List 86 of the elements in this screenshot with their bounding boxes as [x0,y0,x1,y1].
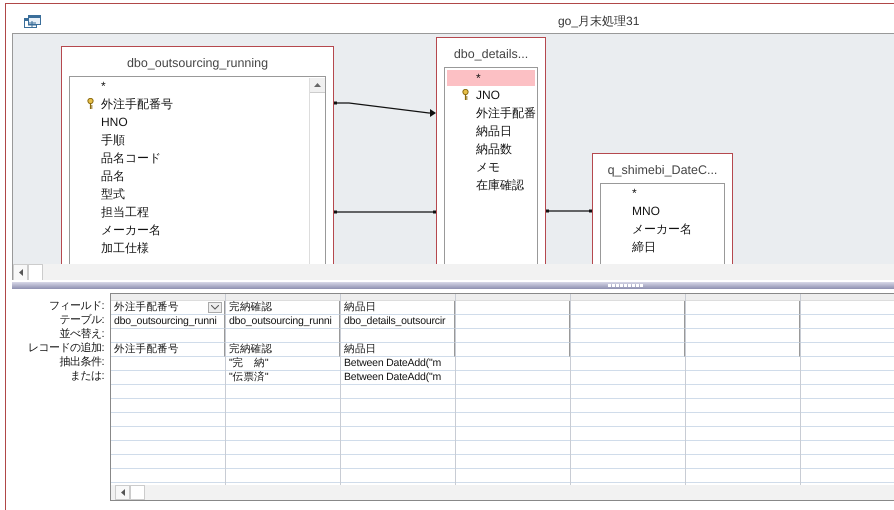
field-item[interactable]: MNO [601,202,724,220]
grid-cell[interactable]: "完 納" [226,357,340,371]
scrollbar[interactable] [309,78,324,264]
grid-cell[interactable] [456,343,570,357]
field-item[interactable]: 手順 [70,131,309,149]
grid-cell[interactable] [226,329,340,343]
field-item[interactable]: * [601,184,724,202]
grid-cell[interactable]: dbo_outsourcing_runni [111,315,225,329]
field-item[interactable]: 在庫確認 [445,176,537,194]
dropdown-button[interactable] [208,302,222,313]
scroll-thumb[interactable] [28,264,43,280]
grid-cell[interactable] [571,343,685,357]
grid-cell[interactable]: 外注手配番号 [111,343,225,357]
table-box[interactable]: dbo_outsourcing_running * 外注手配番号 HNO 手順 品名コード 品名 型式 担当工程 メーカー名 加工仕様 [61,46,334,264]
grid-cell[interactable]: 納品日 [341,343,455,357]
up-arrow-icon [314,83,321,87]
table-title: dbo_details... [452,46,530,63]
table-title: q_shimebi_DateC... [606,162,718,179]
grid-cell[interactable] [686,301,800,315]
grid-cell[interactable]: dbo_details_outsourcir [341,315,455,329]
grid-cell[interactable] [456,315,570,329]
table-box[interactable]: dbo_details... * JNO 外注手配番 納品日 納品数 メモ 在庫確認 [436,37,546,264]
grid-cell[interactable] [686,329,800,343]
grid-cell[interactable] [111,329,225,343]
field-item[interactable]: メーカー名 [601,220,724,238]
join-line[interactable] [546,210,592,212]
field-item[interactable]: メモ [445,158,537,176]
grid-cell[interactable]: dbo_outsourcing_runni [226,315,340,329]
scroll-left-button[interactable] [13,264,28,280]
grid-cell[interactable]: Between DateAdd("m [341,357,455,371]
field-item[interactable]: 品名 [70,167,309,185]
field-item[interactable]: 納品数 [445,140,537,158]
join-line[interactable] [334,102,436,117]
row-label: フィールド: [48,300,104,314]
row-label: 抽出条件: [58,356,104,370]
left-arrow-icon [120,489,124,496]
row-label: 並べ替え: [58,328,104,342]
scroll-left-button[interactable] [115,485,130,500]
grid-cell[interactable] [341,329,455,343]
table-title: dbo_outsourcing_running [126,55,270,72]
column-selector[interactable] [571,294,685,301]
field-item[interactable]: HNO [70,113,309,131]
column-selector[interactable] [341,294,455,301]
caret-icon [211,305,219,310]
grid-cell[interactable] [571,315,685,329]
field-item[interactable]: メーカー名 [70,221,309,239]
row-label: または: [68,370,104,384]
grid-cell[interactable] [686,343,800,357]
grid-cell[interactable] [686,315,800,329]
table-box[interactable]: q_shimebi_DateC... * MNO メーカー名 締日 [592,153,733,264]
column-selector[interactable] [801,294,894,301]
grid-cell[interactable] [456,301,570,315]
query-icon [24,12,41,30]
key-icon [462,89,469,101]
field-item[interactable]: JNO [445,86,537,104]
row-label: テーブル: [58,314,104,328]
field-item[interactable]: 型式 [70,185,309,203]
grid-cell[interactable]: 外注手配番号 [111,301,225,315]
grid-cell[interactable] [571,301,685,315]
field-item[interactable]: * [447,70,535,86]
column-selector[interactable] [686,294,800,301]
scrollbar[interactable] [111,485,894,500]
field-item[interactable]: 外注手配番号 [70,95,309,113]
field-item[interactable]: 納品日 [445,122,537,140]
grid-cell[interactable]: 完納確認 [226,301,340,315]
field-item[interactable]: 担当工程 [70,203,309,221]
row-label: レコードの追加: [26,342,104,356]
grid-cell[interactable]: "伝票済" [226,371,340,385]
left-arrow-icon [18,269,22,276]
key-icon [87,98,94,110]
scroll-thumb[interactable] [130,485,145,500]
window-title: go_月末処理31 [558,13,640,30]
grid-cell[interactable]: 納品日 [341,301,455,315]
field-item[interactable]: 品名コード [70,149,309,167]
join-line[interactable] [334,210,436,214]
grid-cell[interactable] [571,329,685,343]
field-item[interactable]: * [70,77,309,95]
field-item[interactable]: 加工仕様 [70,239,309,257]
scrollbar[interactable] [13,264,894,280]
column-selector[interactable] [456,294,570,301]
scroll-up-button[interactable] [310,78,325,93]
grid-cell[interactable] [456,329,570,343]
field-item[interactable]: 締日 [601,238,724,256]
grid-cell[interactable]: 完納確認 [226,343,340,357]
grid-cell[interactable]: Between DateAdd("m [341,371,455,385]
field-item[interactable]: 外注手配番 [445,104,537,122]
